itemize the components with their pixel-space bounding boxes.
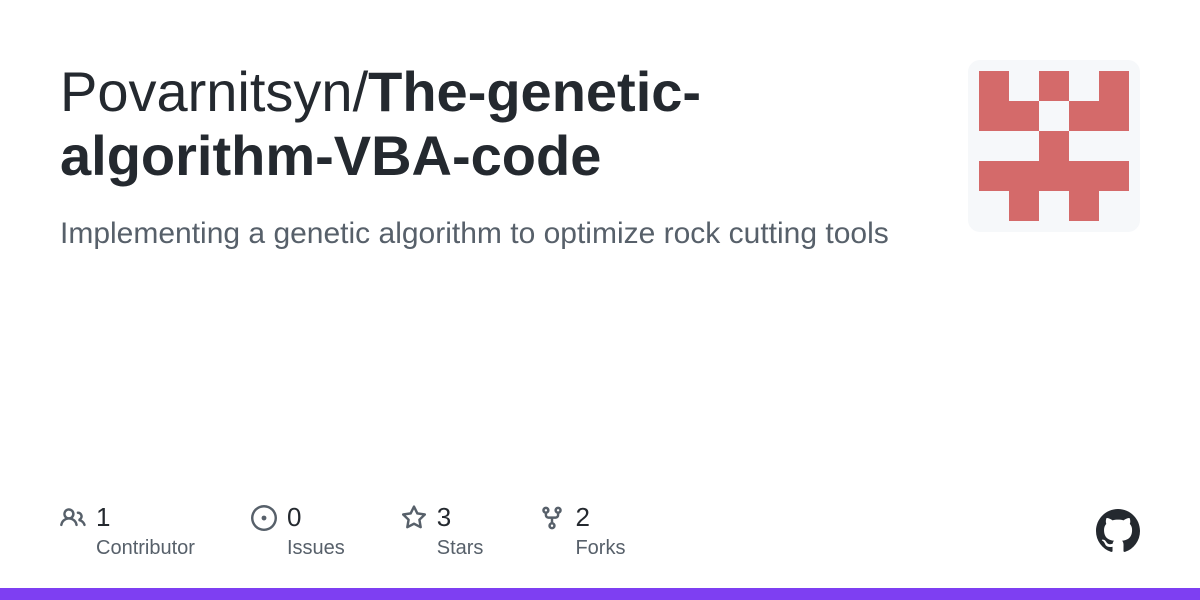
contributors-count: 1: [96, 502, 110, 533]
issue-icon: [251, 505, 277, 531]
contributors-label: Contributor: [96, 537, 195, 560]
issues-count: 0: [287, 502, 301, 533]
stars-count: 3: [437, 502, 451, 533]
repo-title: Povarnitsyn/The-genetic-algorithm-VBA-co…: [60, 60, 928, 189]
people-icon: [60, 505, 86, 531]
avatar: [968, 60, 1140, 232]
title-section: Povarnitsyn/The-genetic-algorithm-VBA-co…: [60, 60, 968, 255]
forks-label: Forks: [575, 537, 625, 560]
identicon-icon: [979, 71, 1129, 221]
stats-row: 1 Contributor 0 Issues 3: [60, 502, 1140, 560]
stars-label: Stars: [437, 537, 484, 560]
social-preview-card: Povarnitsyn/The-genetic-algorithm-VBA-co…: [0, 0, 1200, 600]
stat-stars: 3 Stars: [401, 502, 484, 560]
stat-contributors: 1 Contributor: [60, 502, 195, 560]
issues-label: Issues: [287, 537, 345, 560]
accent-bar: [0, 588, 1200, 600]
github-logo-icon: [1096, 509, 1140, 553]
stat-forks: 2 Forks: [539, 502, 625, 560]
forks-count: 2: [575, 502, 589, 533]
stats-group: 1 Contributor 0 Issues 3: [60, 502, 625, 560]
slash: /: [353, 60, 369, 123]
repo-description: Implementing a genetic algorithm to opti…: [60, 213, 928, 255]
fork-icon: [539, 505, 565, 531]
repo-owner: Povarnitsyn: [60, 60, 353, 123]
stat-issues: 0 Issues: [251, 502, 345, 560]
header-row: Povarnitsyn/The-genetic-algorithm-VBA-co…: [60, 60, 1140, 255]
star-icon: [401, 505, 427, 531]
